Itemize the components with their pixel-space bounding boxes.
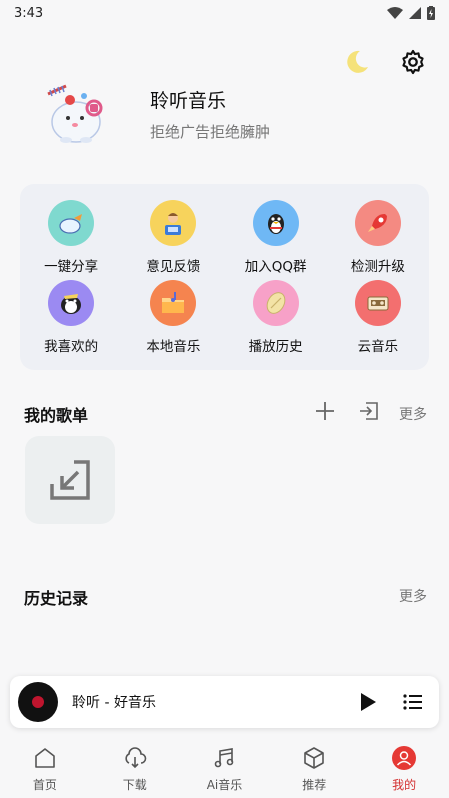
nav-download-label: 下载	[122, 778, 147, 792]
nav-ai-music-label: Ai音乐	[206, 778, 243, 792]
upgrade-rocket-icon	[354, 200, 401, 246]
action-check-update[interactable]: 检测升级	[327, 200, 429, 280]
nav-mine-label: 我的	[392, 778, 417, 792]
action-share[interactable]: 一键分享	[20, 200, 122, 280]
now-playing-title: 聆听 - 好音乐	[72, 695, 156, 711]
app-mascot-avatar	[47, 84, 103, 143]
header-actions	[343, 48, 427, 76]
action-join-qq-label: 加入QQ群	[244, 259, 307, 275]
settings-gear-icon[interactable]	[399, 48, 427, 76]
history-icon	[252, 280, 299, 326]
status-icons	[387, 6, 435, 20]
play-icon[interactable]	[355, 690, 379, 714]
nav-recommend-label: 推荐	[302, 778, 327, 792]
qq-penguin-icon	[252, 200, 299, 246]
cloud-music-icon	[354, 280, 401, 326]
add-playlist-icon[interactable]	[314, 400, 336, 422]
action-play-history-label: 播放历史	[248, 339, 303, 355]
quick-actions-grid: 一键分享 意见反馈 加入QQ群 检测升级 我喜欢的 本地音乐 播放历史 云音乐	[20, 184, 429, 370]
nav-mine[interactable]: 我的	[359, 738, 449, 798]
nav-recommend[interactable]: 推荐	[269, 738, 359, 798]
import-playlist-icon[interactable]	[358, 400, 380, 422]
feedback-icon	[150, 200, 197, 246]
cube-icon	[304, 747, 325, 769]
local-music-icon	[150, 280, 197, 326]
home-icon	[35, 748, 55, 768]
battery-icon	[427, 6, 435, 20]
bottom-nav: 首页 下载 Ai音乐 推荐 我的	[0, 738, 449, 798]
night-mode-icon[interactable]	[343, 48, 371, 76]
mini-player[interactable]: 聆听 - 好音乐	[10, 676, 439, 728]
playlist-queue-icon[interactable]	[401, 690, 425, 714]
action-favorites-label: 我喜欢的	[44, 339, 99, 355]
action-check-update-label: 检测升级	[350, 259, 405, 275]
app-name: 聆听音乐	[150, 90, 227, 112]
download-icon	[125, 747, 146, 769]
action-cloud-music[interactable]: 云音乐	[327, 280, 429, 360]
favorite-icon	[48, 280, 95, 326]
playlist-actions	[314, 400, 380, 422]
history-more-link[interactable]: 更多	[399, 586, 427, 606]
user-icon	[392, 746, 417, 770]
history-title: 历史记录	[24, 589, 89, 608]
music-note-icon	[215, 748, 234, 768]
action-play-history[interactable]: 播放历史	[225, 280, 327, 360]
action-join-qq[interactable]: 加入QQ群	[225, 200, 327, 280]
nav-ai-music[interactable]: Ai音乐	[180, 738, 270, 798]
action-cloud-music-label: 云音乐	[357, 339, 399, 355]
status-bar: 3:43	[0, 0, 449, 26]
status-time: 3:43	[14, 5, 44, 21]
nav-download[interactable]: 下载	[90, 738, 180, 798]
share-icon	[48, 200, 95, 246]
nav-home[interactable]: 首页	[0, 738, 90, 798]
playlists-more-link[interactable]: 更多	[399, 404, 427, 424]
action-feedback-label: 意见反馈	[146, 259, 201, 275]
nav-home-label: 首页	[32, 778, 57, 792]
profile-text: 聆听音乐 拒绝广告拒绝臃肿	[150, 86, 270, 142]
album-disc-icon	[18, 682, 58, 722]
wifi-icon	[387, 7, 403, 19]
action-local-music[interactable]: 本地音乐	[122, 280, 224, 360]
action-feedback[interactable]: 意见反馈	[122, 200, 224, 280]
import-arrow-icon	[50, 460, 90, 500]
action-share-label: 一键分享	[44, 259, 99, 275]
signal-icon	[409, 7, 421, 19]
action-local-music-label: 本地音乐	[146, 339, 201, 355]
import-playlist-tile[interactable]	[25, 436, 115, 524]
playlists-title: 我的歌单	[24, 406, 89, 425]
action-favorites[interactable]: 我喜欢的	[20, 280, 122, 360]
profile-header: 聆听音乐 拒绝广告拒绝臃肿	[40, 78, 270, 150]
app-slogan: 拒绝广告拒绝臃肿	[150, 123, 271, 141]
